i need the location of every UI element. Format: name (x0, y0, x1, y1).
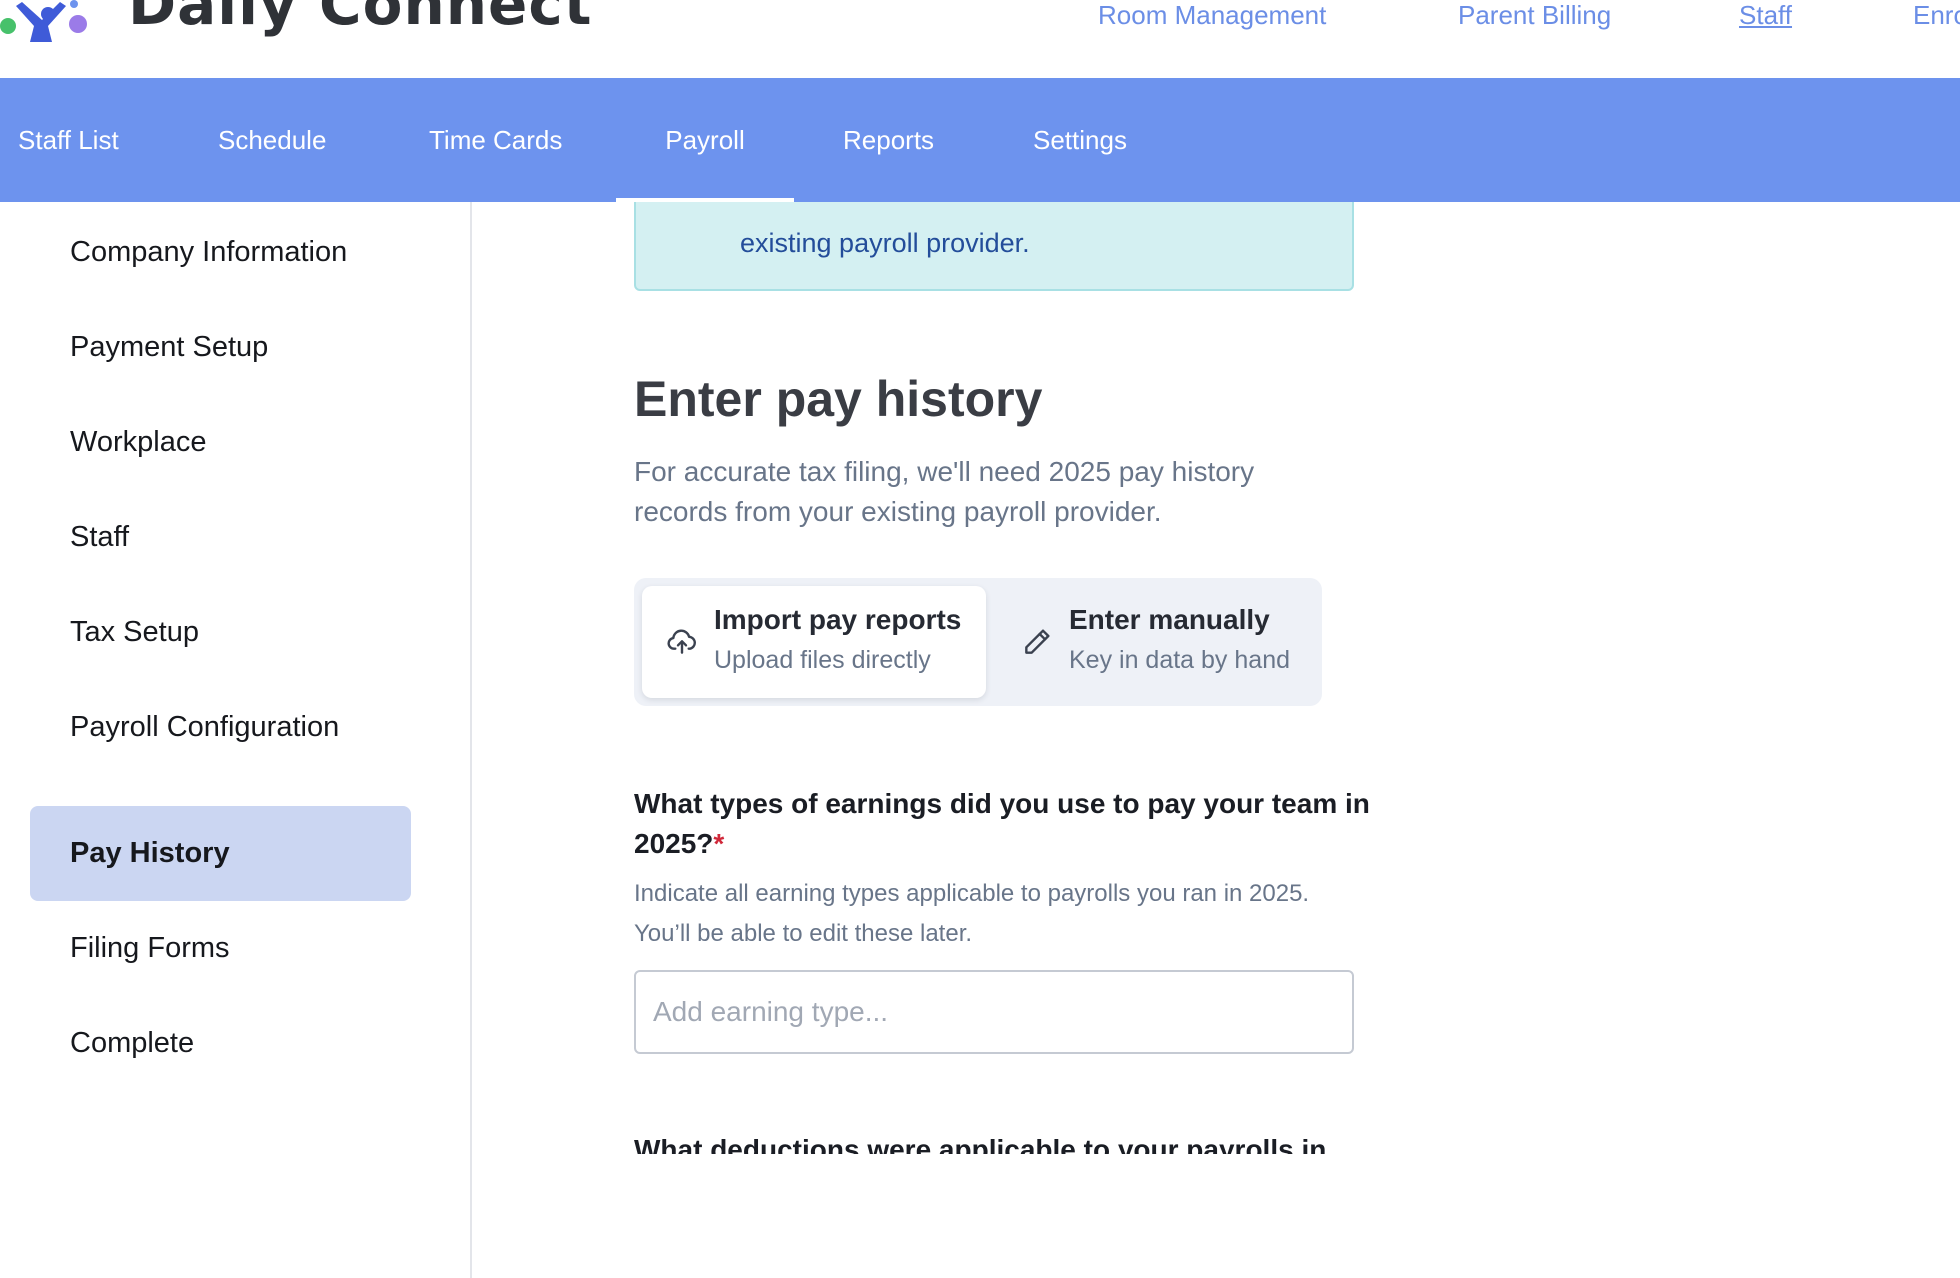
pencil-icon (1025, 629, 1050, 654)
required-marker: * (713, 828, 725, 859)
tab-settings[interactable]: Settings (1033, 78, 1127, 202)
sidebar-item-pay-history[interactable]: Pay History (30, 806, 411, 901)
daily-connect-logo[interactable] (0, 0, 110, 60)
sidebar-item-workplace[interactable]: Workplace (30, 395, 411, 490)
tab-schedule[interactable]: Schedule (218, 78, 326, 202)
earnings-question-label: What types of earnings did you use to pa… (634, 784, 1374, 864)
sidebar-item-label: Staff (70, 521, 130, 553)
toplink-room-management[interactable]: Room Management (1098, 0, 1326, 31)
staff-nav-bar: Staff List Schedule Time Cards Payroll R… (0, 78, 1960, 202)
enter-manually-option[interactable]: Enter manually Key in data by hand (997, 586, 1315, 698)
toplink-staff[interactable]: Staff (1739, 0, 1792, 31)
sidebar-item-filing-forms[interactable]: Filing Forms (30, 901, 411, 996)
sidebar-item-company-information[interactable]: Company Information (30, 205, 411, 300)
top-header: Daily Connect Room Management Parent Bil… (0, 0, 1960, 78)
cloud-upload-icon (667, 629, 696, 654)
sidebar-item-label: Payroll Configuration (70, 711, 340, 743)
tab-staff-list[interactable]: Staff List (18, 78, 119, 202)
tab-payroll[interactable]: Payroll (616, 78, 794, 202)
setup-sidebar: Company Information Payment Setup Workpl… (0, 202, 472, 1278)
sidebar-item-label: Tax Setup (70, 616, 199, 648)
sidebar-item-payment-setup[interactable]: Payment Setup (30, 300, 411, 395)
main-content: existing payroll provider. Enter pay his… (474, 202, 1960, 1278)
sidebar-item-tax-setup[interactable]: Tax Setup (30, 585, 411, 680)
sidebar-item-complete[interactable]: Complete (30, 996, 411, 1091)
import-pay-reports-option[interactable]: Import pay reports Upload files directly (642, 586, 986, 698)
earning-type-input[interactable] (634, 970, 1354, 1054)
info-callout: existing payroll provider. (634, 202, 1354, 291)
tab-time-cards[interactable]: Time Cards (429, 78, 562, 202)
earnings-question-text: What types of earnings did you use to pa… (634, 788, 1370, 859)
earnings-help-text: Indicate all earning types applicable to… (634, 880, 1310, 947)
sidebar-item-label: Pay History (70, 837, 230, 869)
sidebar-item-label: Workplace (70, 426, 207, 458)
option-subtitle: Key in data by hand (1069, 646, 1290, 674)
sidebar-item-staff[interactable]: Staff (30, 490, 411, 585)
toplink-enrollment[interactable]: Enro (1913, 0, 1960, 31)
deductions-question-label: What deductions were applicable to your … (634, 1134, 1327, 1154)
sidebar-item-label: Complete (70, 1027, 195, 1059)
sidebar-item-label: Company Information (70, 236, 348, 268)
info-callout-text: existing payroll provider. (740, 228, 1030, 258)
toplink-parent-billing[interactable]: Parent Billing (1458, 0, 1611, 31)
tab-reports[interactable]: Reports (843, 78, 934, 202)
brand-name: Daily Connect (128, 0, 593, 38)
sidebar-item-label: Payment Setup (70, 331, 269, 363)
sidebar-item-label: Filing Forms (70, 932, 230, 964)
page-title: Enter pay history (634, 371, 1043, 427)
sidebar-item-payroll-configuration[interactable]: Payroll Configuration (30, 680, 411, 775)
option-title: Enter manually (1069, 604, 1270, 635)
option-title: Import pay reports (714, 604, 962, 635)
page-description: For accurate tax filing, we'll need 2025… (634, 456, 1255, 527)
option-subtitle: Upload files directly (714, 646, 931, 674)
pay-history-method-toggle: Import pay reports Upload files directly… (634, 578, 1322, 706)
